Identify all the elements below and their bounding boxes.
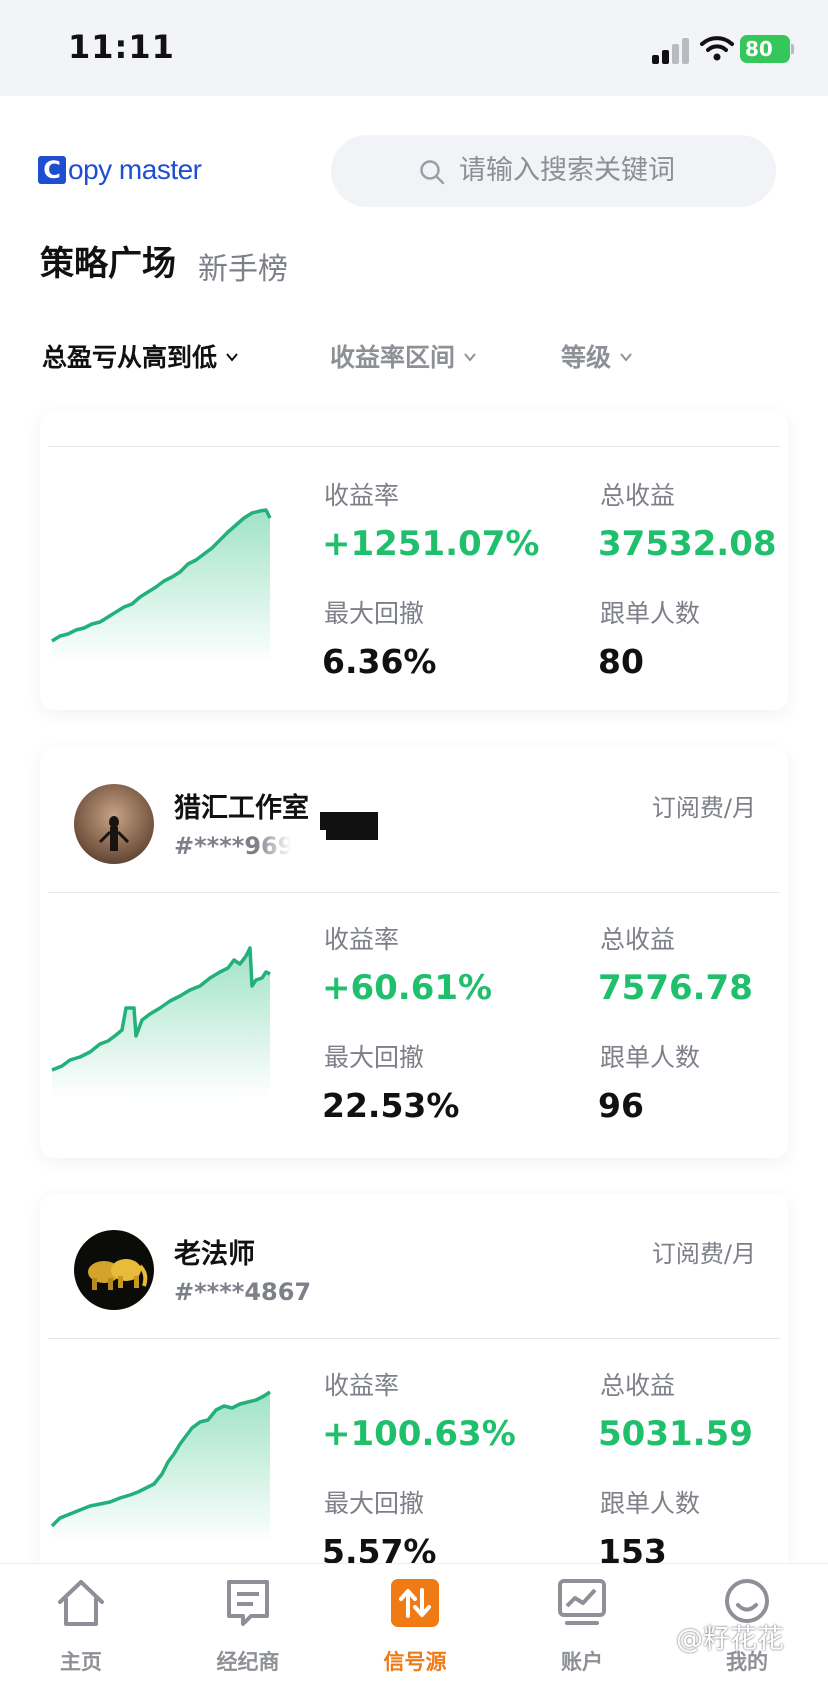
- total-profit-label: 总收益: [600, 481, 676, 510]
- followers-value: 96: [598, 1086, 644, 1125]
- nav-label: 账户: [561, 1650, 603, 1674]
- battery-tip: [791, 44, 794, 54]
- nav-label: 信号源: [383, 1650, 447, 1674]
- search-icon: [420, 160, 445, 185]
- filter-return-range[interactable]: 收益率区间: [330, 338, 477, 374]
- max-drawdown-label: 最大回撤: [324, 599, 425, 628]
- trader-avatar: [74, 784, 154, 864]
- nav-label: 主页: [60, 1650, 102, 1674]
- nav-home[interactable]: 主页: [26, 1564, 136, 1684]
- total-profit-value: 5031.59: [598, 1414, 753, 1454]
- tab-newcomer-board[interactable]: 新手榜: [198, 244, 288, 288]
- redaction-mark: [320, 812, 378, 840]
- return-rate-value: +60.61%: [322, 968, 493, 1008]
- trader-avatar: [74, 1230, 154, 1310]
- filter-label: 等级: [561, 343, 612, 372]
- return-rate-value: +1251.07%: [322, 524, 540, 564]
- max-drawdown-label: 最大回撤: [324, 1489, 425, 1518]
- tab-strategy-plaza[interactable]: 策略广场: [40, 236, 176, 285]
- max-drawdown-label: 最大回撤: [324, 1043, 425, 1072]
- silhouette-icon: [98, 816, 130, 851]
- nav-account[interactable]: 账户: [527, 1564, 637, 1684]
- wifi-icon: [700, 36, 734, 61]
- card-divider: [48, 892, 780, 893]
- followers-label: 跟单人数: [600, 1043, 701, 1072]
- followers-label: 跟单人数: [600, 599, 701, 628]
- chevron-down-icon: [226, 353, 238, 362]
- copymaster-logo[interactable]: C opy master: [38, 152, 202, 188]
- signal-source-icon: [391, 1579, 439, 1627]
- subscription-fee-label[interactable]: 订阅费/月: [652, 1234, 756, 1269]
- golden-elephant-icon: [88, 1259, 148, 1290]
- subscription-fee-label[interactable]: 订阅费/月: [652, 788, 756, 823]
- followers-value: 80: [598, 642, 644, 681]
- filter-level[interactable]: 等级: [561, 338, 633, 374]
- status-bar: 11:11 80: [0, 0, 828, 96]
- max-drawdown-value: 6.36%: [322, 642, 437, 681]
- battery-icon: 80: [740, 35, 790, 63]
- return-rate-value: +100.63%: [322, 1414, 516, 1454]
- card-divider: [48, 1338, 780, 1339]
- max-drawdown-value: 22.53%: [322, 1086, 460, 1125]
- equity-sparkline: [50, 1390, 271, 1544]
- return-rate-label: 收益率: [324, 925, 400, 954]
- strategy-card[interactable]: 猎汇工作室 #****969 订阅费/月 收益率 +60.61% 总收益 757…: [40, 748, 788, 1158]
- total-profit-value: 7576.78: [598, 968, 753, 1008]
- trader-name: 老法师: [174, 1239, 255, 1270]
- followers-label: 跟单人数: [600, 1489, 701, 1518]
- filter-total-pnl[interactable]: 总盈亏从高到低: [42, 338, 239, 374]
- watermark-text: @籽花花: [676, 1624, 784, 1655]
- nav-broker[interactable]: 经纪商: [193, 1564, 303, 1684]
- status-time: 11:11: [68, 28, 175, 66]
- total-profit-value: 37532.08: [598, 524, 777, 564]
- chevron-down-icon: [464, 353, 476, 362]
- cellular-signal-icon: [652, 38, 689, 64]
- strategy-card[interactable]: 收益率 +1251.07% 总收益 37532.08 最大回撤 6.36% 跟单…: [40, 412, 788, 710]
- chevron-down-icon: [620, 353, 632, 362]
- card-divider: [48, 446, 780, 447]
- broker-icon: [227, 1580, 269, 1626]
- logo-mark: C: [38, 156, 66, 184]
- trader-name: 猎汇工作室: [174, 793, 309, 824]
- return-rate-label: 收益率: [324, 481, 400, 510]
- search-placeholder: 请输入搜索关键词: [459, 155, 675, 186]
- nav-label: 经纪商: [216, 1650, 280, 1674]
- id-fade: [256, 830, 326, 862]
- account-chart-icon: [558, 1579, 606, 1625]
- equity-sparkline: [51, 508, 272, 664]
- total-profit-label: 总收益: [600, 1371, 676, 1400]
- search-input[interactable]: 请输入搜索关键词: [331, 135, 776, 207]
- logo-text: opy master: [68, 154, 202, 185]
- trader-id: #****4867: [174, 1278, 312, 1306]
- nav-signal-source[interactable]: 信号源: [360, 1564, 470, 1684]
- filter-label: 总盈亏从高到低: [42, 343, 218, 372]
- home-icon: [58, 1580, 104, 1626]
- total-profit-label: 总收益: [600, 925, 676, 954]
- strategy-card[interactable]: 老法师 #****4867 订阅费/月 收益率 +100.63% 总收益 503…: [40, 1194, 788, 1574]
- equity-sparkline: [51, 946, 271, 1098]
- filter-label: 收益率区间: [330, 343, 456, 372]
- return-rate-label: 收益率: [324, 1371, 400, 1400]
